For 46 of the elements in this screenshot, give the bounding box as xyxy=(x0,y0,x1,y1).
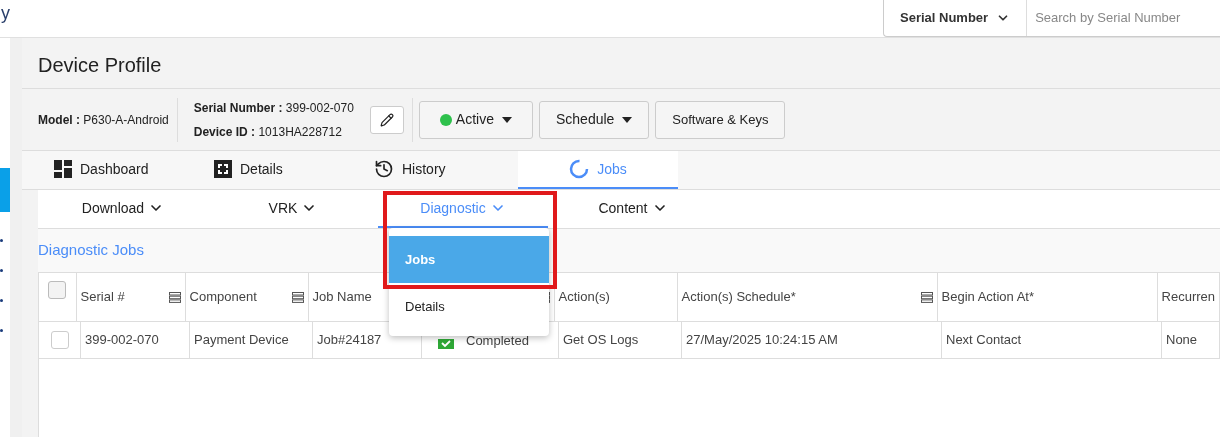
history-icon xyxy=(374,159,394,179)
tab[interactable]: Details xyxy=(198,151,358,189)
subtab[interactable]: VRK xyxy=(208,190,378,228)
subtab[interactable]: Content xyxy=(548,190,718,228)
serial-number-text: Serial Number : 399-002-070 xyxy=(193,99,354,117)
table-cell-text: Payment Device xyxy=(194,331,289,350)
table-cell-text: 399-002-070 xyxy=(85,331,159,350)
table-cell-text: Job#24187 xyxy=(317,331,382,350)
dashboard-icon xyxy=(54,160,72,178)
model-text: Model : P630-A-Android xyxy=(38,111,169,129)
search-type-select[interactable]: Serial Number xyxy=(884,0,1028,36)
software-keys-button[interactable]: Software & Keys xyxy=(655,100,786,139)
subtab[interactable]: Download xyxy=(38,190,208,228)
edit-button[interactable] xyxy=(369,105,404,134)
tab[interactable]: History xyxy=(358,151,518,189)
table-cell-text: 27/May/2025 10:24:15 AM xyxy=(686,331,838,350)
column-header: Serial # xyxy=(80,288,125,307)
table-cell-text: Get OS Logs xyxy=(563,331,639,350)
column-header: Action(s) Schedule* xyxy=(681,288,796,307)
menu-icon[interactable] xyxy=(168,291,181,303)
page-title: Device Profile xyxy=(38,53,162,78)
menu-icon[interactable] xyxy=(920,291,933,303)
column-header: Action(s) xyxy=(558,288,610,307)
column-header: Job Name xyxy=(312,288,372,307)
loading-icon xyxy=(569,159,590,179)
column-header: Component xyxy=(189,288,257,307)
table-cell-text: Completed xyxy=(466,332,529,351)
expand-icon xyxy=(214,160,232,178)
sidebar-active-marker xyxy=(0,168,10,212)
select-all-checkbox[interactable] xyxy=(48,281,67,299)
app-title: y xyxy=(1,4,10,22)
device-id-text: Device ID : 1013HA228712 xyxy=(193,123,343,141)
column-header: Recurren xyxy=(1161,288,1215,307)
schedule-dropdown[interactable]: Schedule xyxy=(538,100,650,139)
row-checkbox[interactable] xyxy=(50,331,69,349)
search-field[interactable]: Search by Serial Number xyxy=(1027,0,1220,36)
status-dropdown[interactable]: Active xyxy=(418,100,533,139)
table-cell-text: Next Contact xyxy=(946,331,1022,350)
caret-icon xyxy=(622,116,633,123)
table-cell-text: None xyxy=(1166,331,1198,350)
column-header: Begin Action At* xyxy=(941,288,1035,307)
caret-icon xyxy=(501,116,512,123)
menu-icon[interactable] xyxy=(291,291,304,303)
section-title: Diagnostic Jobs xyxy=(38,240,144,261)
pencil-icon xyxy=(379,112,394,127)
tab[interactable]: Dashboard xyxy=(38,151,198,189)
